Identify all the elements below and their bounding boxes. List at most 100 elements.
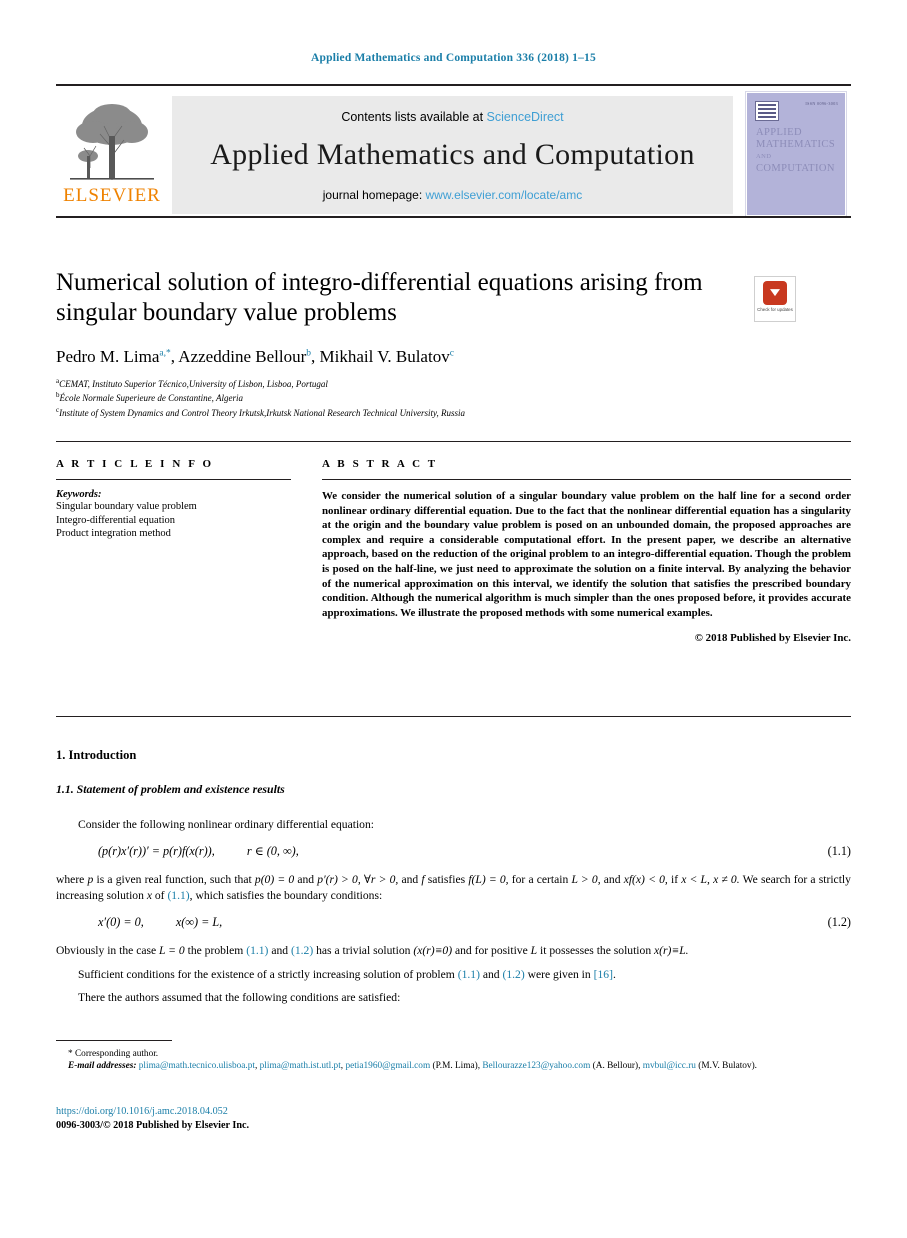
text-frag: and xyxy=(268,944,291,958)
doi-link[interactable]: https://doi.org/10.1016/j.amc.2018.04.05… xyxy=(56,1106,228,1117)
email-link[interactable]: mvbul@icc.ru xyxy=(643,1061,696,1071)
journal-title: Applied Mathematics and Computation xyxy=(210,138,695,171)
journal-cover-thumbnail[interactable]: ISSN 0096-3003 APPLIED MATHEMATICS AND C… xyxy=(746,92,846,216)
article-info-rule xyxy=(56,479,291,480)
banner-center: Contents lists available at ScienceDirec… xyxy=(172,96,733,214)
elsevier-wordmark: ELSEVIER xyxy=(63,185,161,206)
equation-reference-link[interactable]: (1.1) xyxy=(246,944,268,957)
text-frag: were given in xyxy=(524,967,594,981)
math-frag: x(r)≡L. xyxy=(654,944,689,958)
paragraph-sufficient-conditions: Sufficient conditions for the existence … xyxy=(56,967,851,983)
affiliation-text: CEMAT, Instituto Superior Técnico,Univer… xyxy=(59,379,328,389)
text-frag: and xyxy=(398,873,422,887)
math-frag: (x(r)≡0) xyxy=(413,944,453,958)
contents-prefix: Contents lists available at xyxy=(341,110,484,124)
math-frag: p′(r) > 0, ∀r > 0, xyxy=(317,873,399,887)
check-for-updates-badge[interactable]: Check for updates xyxy=(754,276,796,322)
running-head: Applied Mathematics and Computation 336 … xyxy=(311,52,596,64)
keywords-list: Singular boundary value problem Integro-… xyxy=(56,500,291,541)
sciencedirect-link[interactable]: ScienceDirect xyxy=(487,110,564,124)
affiliation-list: aCEMAT, Instituto Superior Técnico,Unive… xyxy=(56,376,756,419)
title-section-rule xyxy=(56,441,851,442)
text-frag: has a trivial solution xyxy=(313,944,414,958)
affiliation-text: Institute of System Dynamics and Control… xyxy=(59,407,466,418)
paragraph-obviously: Obviously in the case L = 0 the problem … xyxy=(56,943,851,959)
abstract-copyright: © 2018 Published by Elsevier Inc. xyxy=(694,632,851,645)
text-frag: Sufficient conditions for the existence … xyxy=(78,967,458,981)
cover-title: APPLIED MATHEMATICS AND COMPUTATION xyxy=(756,127,844,175)
math-frag: L > 0, xyxy=(571,873,601,887)
journal-banner: ELSEVIER Contents lists available at Sci… xyxy=(56,84,851,218)
banner-bottom-rule xyxy=(56,216,851,218)
equation-1-2-rhs: x(∞) = L, xyxy=(175,914,223,929)
abstract-section-rule xyxy=(56,716,851,717)
keyword-item: Singular boundary value problem xyxy=(56,501,197,512)
equation-reference-link[interactable]: (1.1) xyxy=(167,889,189,902)
affiliation-item: aCEMAT, Instituto Superior Técnico,Unive… xyxy=(56,376,756,390)
text-frag: and for positive xyxy=(452,944,531,958)
equation-reference-link[interactable]: (1.2) xyxy=(502,968,524,981)
banner-top-rule xyxy=(56,84,851,86)
math-frag: f(L) = 0, xyxy=(468,873,509,887)
paper-page: Applied Mathematics and Computation 336 … xyxy=(0,0,907,1238)
keyword-item: Integro-differential equation xyxy=(56,514,176,526)
email-addresses-note: E-mail addresses: plima@math.tecnico.uli… xyxy=(56,1060,851,1072)
email-addresses-label: E-mail addresses: xyxy=(68,1061,137,1072)
equation-1-1-domain: r ∈ (0, ∞), xyxy=(246,843,299,858)
check-for-updates-label: Check for updates xyxy=(757,307,793,312)
equation-reference-link[interactable]: (1.2) xyxy=(291,944,313,957)
citation-reference-link[interactable]: [16] xyxy=(594,968,613,981)
equation-reference-link[interactable]: (1.1) xyxy=(458,968,480,981)
issn-copyright: 0096-3003/© 2018 Published by Elsevier I… xyxy=(56,1120,250,1131)
text-frag: if xyxy=(667,873,682,887)
equation-1-1: (p(r)x′(r))′ = p(r)f(x(r)), r ∈ (0, ∞), … xyxy=(56,844,851,860)
cover-issn: ISSN 0096-3003 xyxy=(805,101,838,106)
corresponding-author-note: * Corresponding author. xyxy=(56,1048,851,1060)
text-frag: the problem xyxy=(184,944,247,958)
text-frag: and xyxy=(600,873,624,887)
abstract-heading: A B S T R A C T xyxy=(322,458,438,470)
paragraph-consider: Consider the following nonlinear ordinar… xyxy=(78,818,374,832)
affiliation-item: bÉcole Normale Superieure de Constantine… xyxy=(56,390,756,404)
contents-available-line: Contents lists available at ScienceDirec… xyxy=(172,110,733,124)
email-owner: (M.V. Bulatov). xyxy=(698,1061,758,1072)
email-link[interactable]: petia1960@gmail.com xyxy=(345,1061,430,1071)
article-body: 1. Introduction 1.1. Statement of proble… xyxy=(56,748,851,1014)
email-owner: (P.M. Lima), xyxy=(432,1061,481,1072)
journal-homepage-link[interactable]: www.elsevier.com/locate/amc xyxy=(426,188,583,202)
text-frag: and xyxy=(294,873,318,887)
abstract-text: We consider the numerical solution of a … xyxy=(322,490,851,619)
abstract-rule xyxy=(322,479,851,480)
text-frag: satisfies xyxy=(424,873,469,887)
math-frag: x < L, x ≠ 0. xyxy=(681,873,740,887)
subsection-heading-statement: 1.1. Statement of problem and existence … xyxy=(56,781,285,796)
cover-title-line1: APPLIED xyxy=(756,127,802,138)
equation-1-2: x′(0) = 0, x(∞) = L, (1.2) xyxy=(56,915,851,931)
cover-title-line2: MATHEMATICS xyxy=(756,139,836,150)
email-link[interactable]: Bellourazze123@yahoo.com xyxy=(482,1061,590,1071)
equation-1-1-number: (1.1) xyxy=(827,843,851,858)
cover-publisher-badge-icon xyxy=(755,101,779,121)
title-block: Numerical solution of integro-differenti… xyxy=(56,268,756,419)
email-owner: (A. Bellour), xyxy=(592,1061,641,1072)
text-frag: , which satisfies the boundary condition… xyxy=(189,888,383,902)
email-link[interactable]: plima@math.tecnico.ulisboa.pt xyxy=(139,1061,255,1071)
keyword-item: Product integration method xyxy=(56,528,171,539)
cover-title-line3: AND xyxy=(756,153,772,160)
equation-1-1-lhs: (p(r)x′(r))′ = p(r)f(x(r)), xyxy=(98,843,215,858)
text-frag: . xyxy=(612,967,616,981)
email-link[interactable]: plima@math.ist.utl.pt xyxy=(260,1061,341,1071)
abstract-column: A B S T R A C T We consider the numerica… xyxy=(322,458,851,644)
text-frag: it possesses the solution xyxy=(537,944,655,958)
text-frag: where xyxy=(56,873,88,887)
paragraph-there-authors: There the authors assumed that the follo… xyxy=(78,991,401,1005)
math-frag: L = 0 xyxy=(159,944,185,958)
math-frag: p(0) = 0 xyxy=(254,873,295,887)
footnote-block: * Corresponding author. E-mail addresses… xyxy=(56,1040,851,1072)
section-heading-introduction: 1. Introduction xyxy=(56,748,137,762)
journal-homepage-line: journal homepage: www.elsevier.com/locat… xyxy=(172,188,733,202)
cover-title-line4: COMPUTATION xyxy=(756,163,835,174)
text-frag: of xyxy=(151,888,168,902)
asterisk-icon: * xyxy=(68,1049,73,1059)
equation-1-2-lhs: x′(0) = 0, xyxy=(98,914,144,929)
